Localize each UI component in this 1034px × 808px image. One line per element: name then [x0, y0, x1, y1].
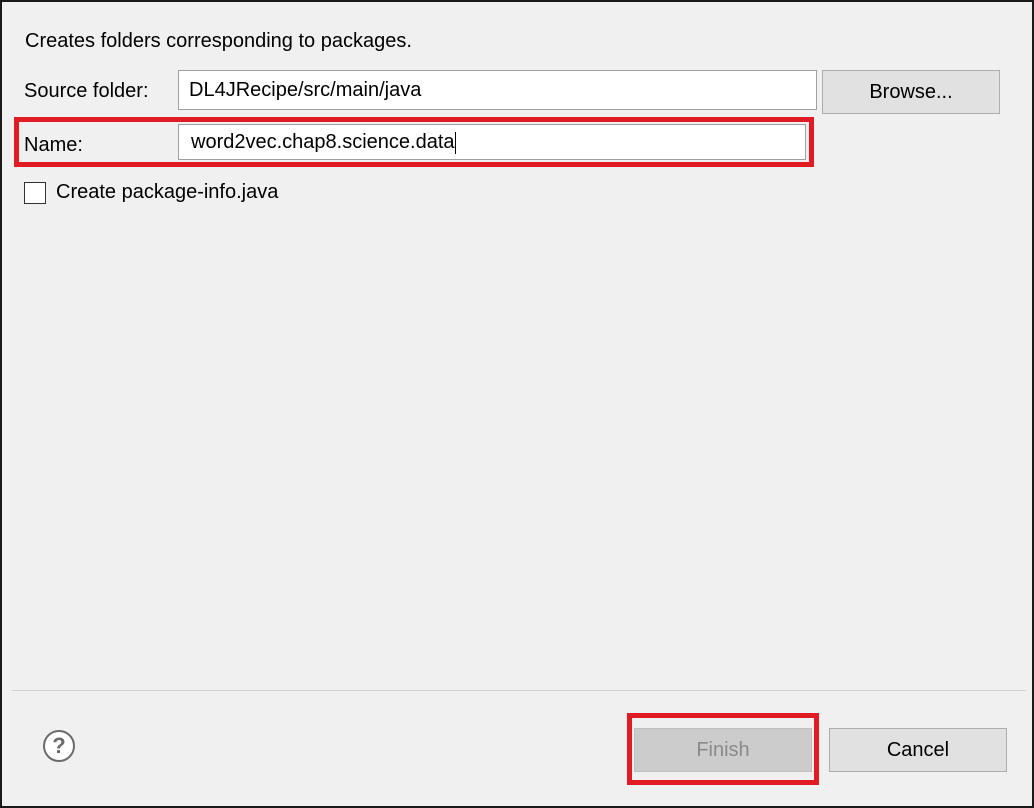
package-info-label[interactable]: Create package-info.java	[56, 181, 278, 204]
name-input[interactable]: word2vec.chap8.science.data	[178, 124, 806, 160]
footer-divider	[12, 690, 1026, 691]
package-info-checkbox[interactable]	[24, 182, 46, 204]
cancel-button[interactable]: Cancel	[829, 728, 1007, 772]
name-input-value: word2vec.chap8.science.data	[191, 131, 455, 153]
text-caret	[454, 131, 456, 154]
name-label: Name:	[24, 134, 83, 156]
svg-text:?: ?	[52, 733, 65, 758]
new-package-dialog: Creates folders corresponding to package…	[0, 0, 1034, 808]
help-icon[interactable]: ?	[42, 729, 76, 763]
finish-button[interactable]: Finish	[634, 728, 812, 772]
dialog-description: Creates folders corresponding to package…	[25, 30, 412, 52]
source-folder-label: Source folder:	[24, 80, 149, 102]
source-folder-input[interactable]: DL4JRecipe/src/main/java	[178, 70, 817, 110]
browse-button[interactable]: Browse...	[822, 70, 1000, 114]
